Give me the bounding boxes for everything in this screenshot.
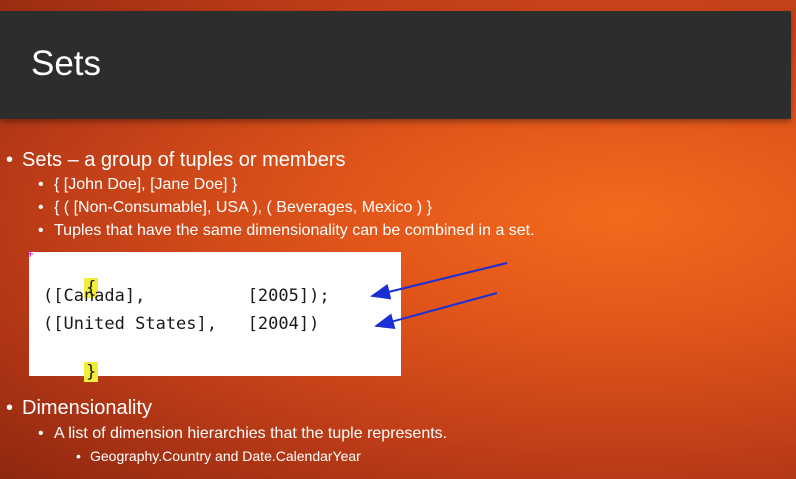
bullet-dot: • [76,448,81,464]
bullet-text: Dimensionality [22,397,153,419]
arrow-to-2004 [374,292,498,329]
bullet-text: Geography.Country and Date.CalendarYear [90,448,361,464]
bullet-dot: • [6,397,14,419]
arrow-to-2005 [370,262,508,300]
bullet-text: A list of dimension hierarchies that the… [54,425,448,442]
bullet-dot: • [38,425,44,442]
